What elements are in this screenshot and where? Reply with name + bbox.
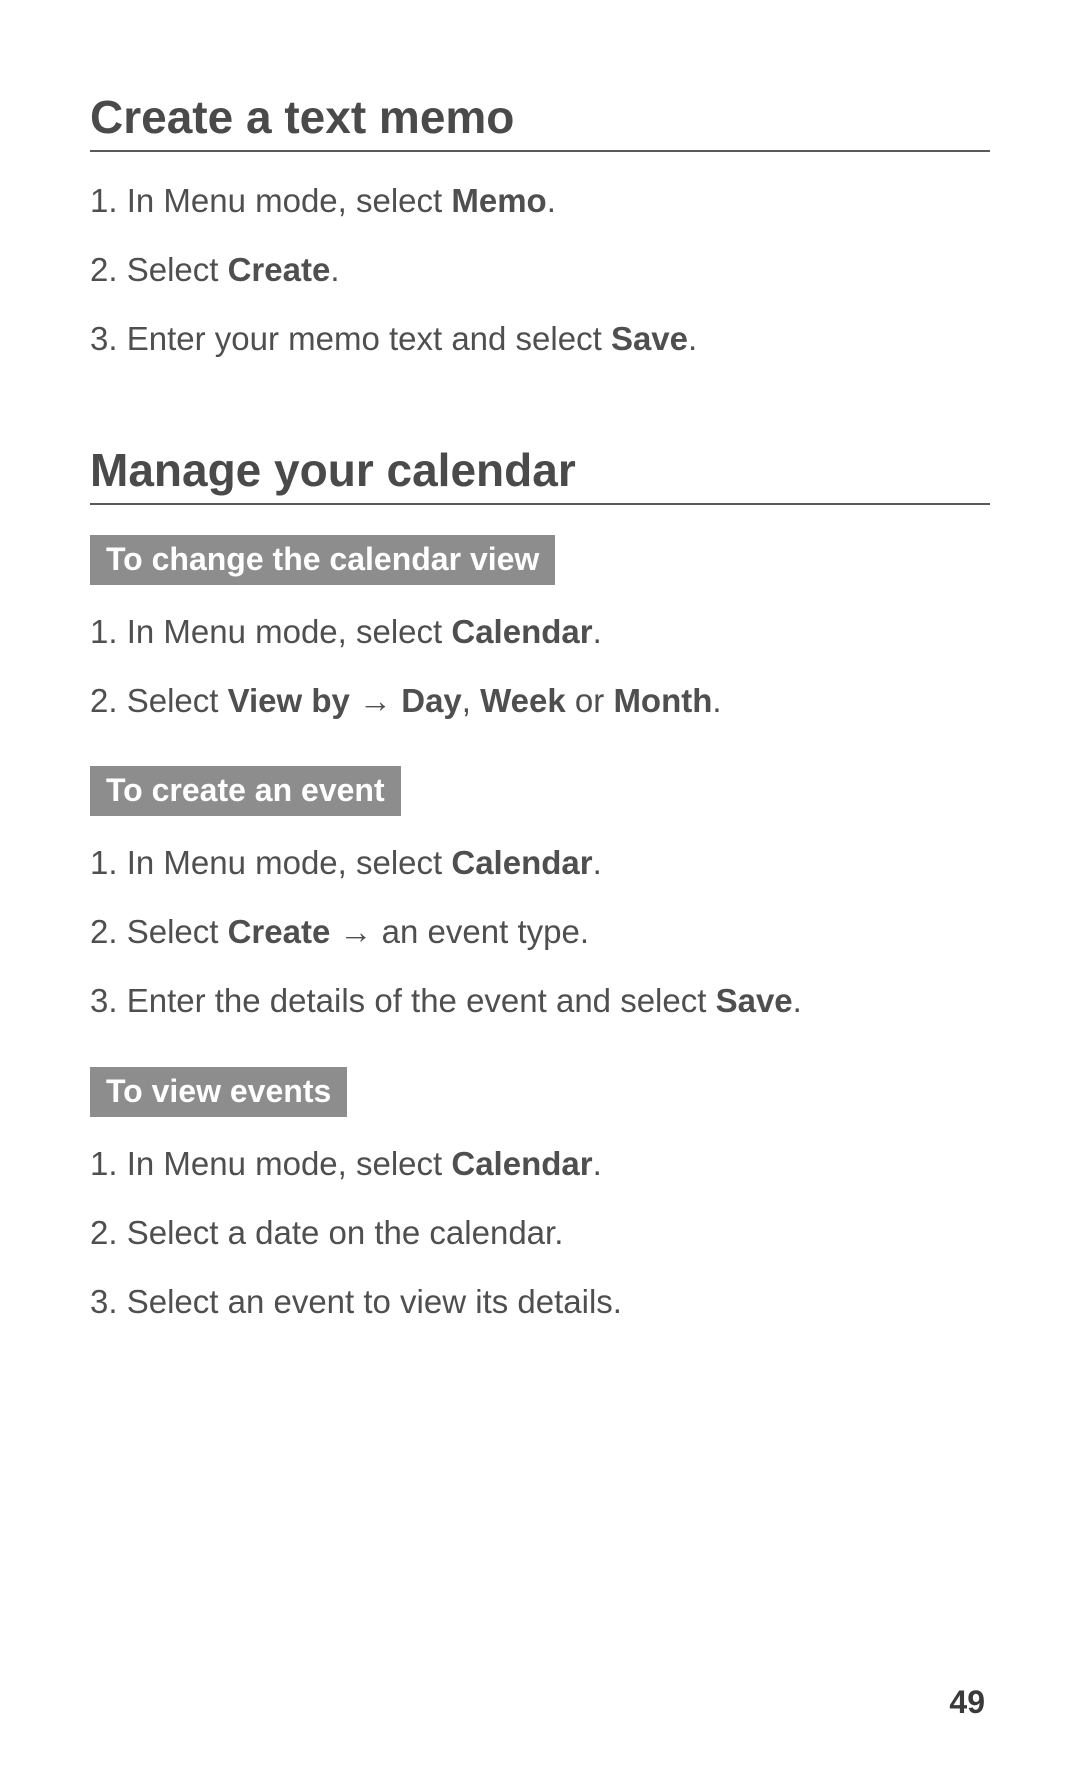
step-text: , bbox=[462, 682, 480, 719]
step-text: Select bbox=[127, 251, 228, 288]
step-item: 2. Select Create. bbox=[90, 249, 990, 292]
step-bold: Calendar bbox=[451, 844, 592, 881]
subheading-view-events: To view events bbox=[90, 1067, 347, 1117]
step-text: In Menu mode, select bbox=[127, 182, 452, 219]
step-number: 2. bbox=[90, 682, 127, 719]
step-bold: Calendar bbox=[451, 613, 592, 650]
step-text: or bbox=[566, 682, 614, 719]
step-text: In Menu mode, select bbox=[127, 613, 452, 650]
step-text: Enter the details of the event and selec… bbox=[127, 982, 716, 1019]
step-text: . bbox=[793, 982, 802, 1019]
step-text: → bbox=[350, 682, 401, 719]
subsection-view-events: To view events 1. In Menu mode, select C… bbox=[90, 1067, 990, 1324]
step-bold: View by bbox=[228, 682, 350, 719]
step-number: 2. bbox=[90, 251, 127, 288]
step-item: 1. In Menu mode, select Calendar. bbox=[90, 842, 990, 885]
step-text: → bbox=[330, 913, 381, 950]
step-number: 1. bbox=[90, 613, 127, 650]
step-text: an event type. bbox=[382, 913, 589, 950]
step-text: . bbox=[593, 1145, 602, 1182]
step-text: Enter your memo text and select bbox=[127, 320, 611, 357]
step-text: In Menu mode, select bbox=[127, 1145, 452, 1182]
step-text: . bbox=[593, 613, 602, 650]
step-item: 1. In Menu mode, select Memo. bbox=[90, 180, 990, 223]
step-item: 2. Select View by → Day, Week or Month. bbox=[90, 680, 990, 723]
step-bold: Save bbox=[716, 982, 793, 1019]
step-number: 2. bbox=[90, 913, 127, 950]
step-number: 1. bbox=[90, 844, 127, 881]
document-page: Create a text memo 1. In Menu mode, sele… bbox=[0, 0, 1080, 1324]
step-text: Select an event to view its details. bbox=[127, 1283, 622, 1320]
heading-manage-calendar: Manage your calendar bbox=[90, 443, 990, 505]
step-number: 2. bbox=[90, 1214, 127, 1251]
subheading-change-view: To change the calendar view bbox=[90, 535, 555, 585]
step-item: 2. Select a date on the calendar. bbox=[90, 1212, 990, 1255]
step-number: 3. bbox=[90, 1283, 127, 1320]
step-item: 1. In Menu mode, select Calendar. bbox=[90, 611, 990, 654]
step-item: 2. Select Create → an event type. bbox=[90, 911, 990, 954]
subheading-create-event: To create an event bbox=[90, 766, 401, 816]
step-bold: Memo bbox=[451, 182, 546, 219]
subsection-create-event: To create an event 1. In Menu mode, sele… bbox=[90, 766, 990, 1023]
step-item: 3. Enter the details of the event and se… bbox=[90, 980, 990, 1023]
step-bold: Calendar bbox=[451, 1145, 592, 1182]
step-text: . bbox=[688, 320, 697, 357]
step-number: 3. bbox=[90, 320, 127, 357]
step-number: 1. bbox=[90, 1145, 127, 1182]
step-bold: Month bbox=[613, 682, 712, 719]
step-text: . bbox=[330, 251, 339, 288]
step-bold: Week bbox=[480, 682, 566, 719]
page-number: 49 bbox=[949, 1684, 985, 1721]
step-bold: Create bbox=[228, 913, 331, 950]
step-text: Select a date on the calendar. bbox=[127, 1214, 564, 1251]
step-item: 1. In Menu mode, select Calendar. bbox=[90, 1143, 990, 1186]
step-bold: Save bbox=[611, 320, 688, 357]
step-bold: Day bbox=[401, 682, 462, 719]
step-text: Select bbox=[127, 682, 228, 719]
heading-create-text-memo: Create a text memo bbox=[90, 90, 990, 152]
step-text: . bbox=[547, 182, 556, 219]
step-text: . bbox=[712, 682, 721, 719]
step-item: 3. Enter your memo text and select Save. bbox=[90, 318, 990, 361]
step-number: 3. bbox=[90, 982, 127, 1019]
step-item: 3. Select an event to view its details. bbox=[90, 1281, 990, 1324]
step-text: In Menu mode, select bbox=[127, 844, 452, 881]
step-bold: Create bbox=[228, 251, 331, 288]
step-number: 1. bbox=[90, 182, 127, 219]
step-text: Select bbox=[127, 913, 228, 950]
subsection-change-view: To change the calendar view 1. In Menu m… bbox=[90, 535, 990, 723]
step-text: . bbox=[593, 844, 602, 881]
